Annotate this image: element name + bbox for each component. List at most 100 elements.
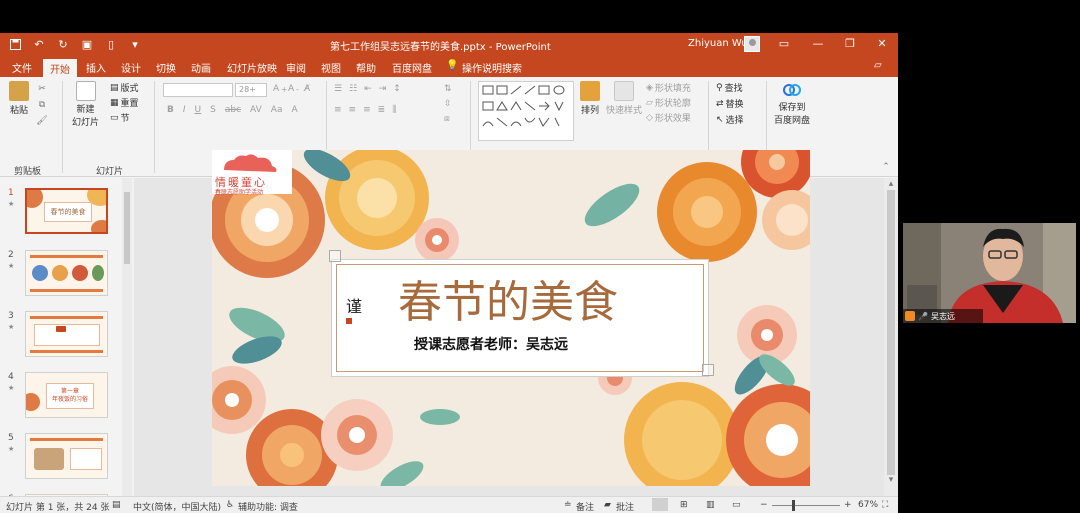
tab-slideshow[interactable]: 幻灯片放映 xyxy=(227,60,277,75)
zoom-slider[interactable] xyxy=(772,505,840,506)
redo-icon[interactable]: ↻ xyxy=(56,37,70,51)
slide-vertical-scrollbar[interactable]: ▴ ▾ xyxy=(884,178,898,496)
slide-thumbnail-4[interactable]: 第一章 年夜饭的习俗 xyxy=(25,372,108,418)
columns-icon[interactable]: ⫼ xyxy=(392,105,396,115)
change-case-icon[interactable]: Aa xyxy=(271,105,283,115)
user-name[interactable]: Zhiyuan Wu xyxy=(688,38,748,49)
font-color-icon[interactable]: A xyxy=(291,105,297,115)
select-button[interactable]: ↖ 选择 xyxy=(716,113,744,127)
slideshow-view-icon[interactable]: ▭ xyxy=(732,500,741,510)
zoom-slider-handle[interactable] xyxy=(792,500,795,511)
justify-icon[interactable]: ≣ xyxy=(378,105,386,115)
scrollbar-thumb[interactable] xyxy=(124,192,130,264)
tab-help[interactable]: 帮助 xyxy=(356,60,376,75)
ribbon-display-options-icon[interactable]: ▭ xyxy=(776,36,792,52)
smartart-icon[interactable]: ⧈ xyxy=(444,114,450,124)
decrease-indent-icon[interactable]: ⇤ xyxy=(364,84,372,94)
tab-transitions[interactable]: 切换 xyxy=(156,60,176,75)
slide-title[interactable]: 春节的美食 xyxy=(398,266,618,330)
align-center-icon[interactable]: ≡ xyxy=(349,105,357,115)
comments-button[interactable]: 批注 xyxy=(616,500,634,513)
tab-design[interactable]: 设计 xyxy=(121,60,141,75)
tab-animations[interactable]: 动画 xyxy=(191,60,211,75)
accessibility-icon[interactable]: ♿ xyxy=(226,500,234,510)
new-slide-button[interactable]: 新建 幻灯片 xyxy=(72,81,99,128)
tab-baidu-netdisk[interactable]: 百度网盘 xyxy=(392,60,432,75)
slide-subtitle[interactable]: 授课志愿者老师：吴志远 xyxy=(414,334,568,354)
slideshow-from-start-icon[interactable]: ▣ xyxy=(80,37,94,51)
tab-view[interactable]: 视图 xyxy=(321,60,341,75)
decrease-font-icon[interactable]: A- xyxy=(288,84,299,94)
save-icon[interactable] xyxy=(8,37,22,51)
slide-thumbnail-3[interactable] xyxy=(25,311,108,357)
slide-thumbnail-1[interactable]: 春节的美食 xyxy=(25,188,108,234)
slide-thumbnail-2[interactable] xyxy=(25,250,108,296)
save-to-baidu-button[interactable]: 保存到 百度网盘 xyxy=(774,81,810,126)
font-size-combo[interactable]: 28+ xyxy=(235,83,267,97)
notes-button[interactable]: 备注 xyxy=(576,500,594,513)
scroll-down-icon[interactable]: ▾ xyxy=(885,474,897,486)
slide-1-canvas[interactable]: 情暖童心 春联志愿助学活动 谨 春节的美食 授课志愿者老师：吴志远 xyxy=(212,150,810,486)
increase-font-icon[interactable]: A + xyxy=(273,84,287,94)
underline-icon[interactable]: U xyxy=(195,105,202,115)
replace-button[interactable]: ⇄ 替换 xyxy=(716,97,744,111)
bullets-icon[interactable]: ☰ xyxy=(334,84,342,94)
shape-effects-button[interactable]: ◇ 形状效果 xyxy=(646,111,691,125)
comments-pane-icon[interactable]: ▱ xyxy=(874,60,882,71)
copy-icon[interactable]: ⧉ xyxy=(36,99,48,111)
align-left-icon[interactable]: ≡ xyxy=(334,105,342,115)
shapes-gallery[interactable] xyxy=(478,81,574,141)
shape-outline-button[interactable]: ▱ 形状轮廓 xyxy=(646,96,691,110)
format-painter-icon[interactable]: 🖌 xyxy=(36,115,48,127)
close-icon[interactable]: ✕ xyxy=(874,36,890,52)
normal-view-icon[interactable] xyxy=(652,498,668,511)
restore-icon[interactable]: ❐ xyxy=(842,36,858,52)
align-text-icon[interactable]: ⇳ xyxy=(444,99,452,109)
zoom-level[interactable]: 67% xyxy=(858,500,878,510)
tab-insert[interactable]: 插入 xyxy=(86,60,106,75)
scroll-up-icon[interactable]: ▴ xyxy=(885,178,897,190)
slide-thumbnail-5[interactable] xyxy=(25,433,108,479)
tab-review[interactable]: 审阅 xyxy=(286,60,306,75)
language-indicator[interactable]: 中文(简体，中国大陆) xyxy=(133,500,221,513)
shadow-icon[interactable]: S xyxy=(210,105,216,115)
paste-button[interactable]: 粘贴 xyxy=(9,81,29,116)
increase-indent-icon[interactable]: ⇥ xyxy=(379,84,387,94)
reset-button[interactable]: ▦ 重置 xyxy=(110,96,139,110)
slide-sorter-icon[interactable]: ⊞ xyxy=(680,500,688,510)
section-button[interactable]: ▭ 节 xyxy=(110,111,130,125)
text-direction-icon[interactable]: ⇅ xyxy=(444,84,452,94)
zoom-in-icon[interactable]: + xyxy=(844,500,852,510)
scrollbar-thumb[interactable] xyxy=(887,190,895,475)
layout-button[interactable]: ▤ 版式 xyxy=(110,81,139,95)
char-spacing-icon[interactable]: AV xyxy=(250,105,262,115)
tab-home[interactable]: 开始 xyxy=(43,59,77,79)
reading-view-icon[interactable]: ▥ xyxy=(706,500,715,510)
selection-handle[interactable] xyxy=(329,250,341,262)
user-avatar[interactable] xyxy=(744,36,760,52)
spell-check-icon[interactable]: ▤ xyxy=(112,500,121,510)
shape-fill-button[interactable]: ◈ 形状填充 xyxy=(646,81,691,95)
find-button[interactable]: ⚲ 查找 xyxy=(716,81,743,95)
font-name-combo[interactable] xyxy=(163,83,233,97)
arrange-button[interactable]: 排列 xyxy=(580,81,600,116)
tell-me-search[interactable]: 操作说明搜索 xyxy=(462,60,522,75)
line-spacing-icon[interactable]: ↕ xyxy=(393,84,401,94)
tab-file[interactable]: 文件 xyxy=(12,60,32,75)
logo-block[interactable]: 情暖童心 春联志愿助学活动 xyxy=(212,150,292,196)
accessibility-status[interactable]: 辅助功能: 调查 xyxy=(238,500,298,513)
title-panel[interactable]: 谨 春节的美食 授课志愿者老师：吴志远 xyxy=(331,259,709,377)
strikethrough-icon[interactable]: abc xyxy=(225,105,241,115)
cut-icon[interactable]: ✂ xyxy=(36,83,48,95)
selection-handle[interactable] xyxy=(702,364,714,376)
zoom-out-icon[interactable]: − xyxy=(760,500,768,510)
collapse-ribbon-icon[interactable]: ⌃ xyxy=(880,161,892,173)
align-right-icon[interactable]: ≡ xyxy=(363,105,371,115)
fit-to-window-icon[interactable]: ⛶ xyxy=(882,500,888,510)
numbering-icon[interactable]: ☷ xyxy=(349,84,357,94)
customize-qat-icon[interactable]: ▾ xyxy=(128,37,142,51)
thumbnails-scrollbar[interactable] xyxy=(122,178,132,496)
undo-icon[interactable]: ↶ xyxy=(32,37,46,51)
bold-icon[interactable]: B xyxy=(167,105,174,115)
minimize-icon[interactable]: — xyxy=(810,36,826,52)
